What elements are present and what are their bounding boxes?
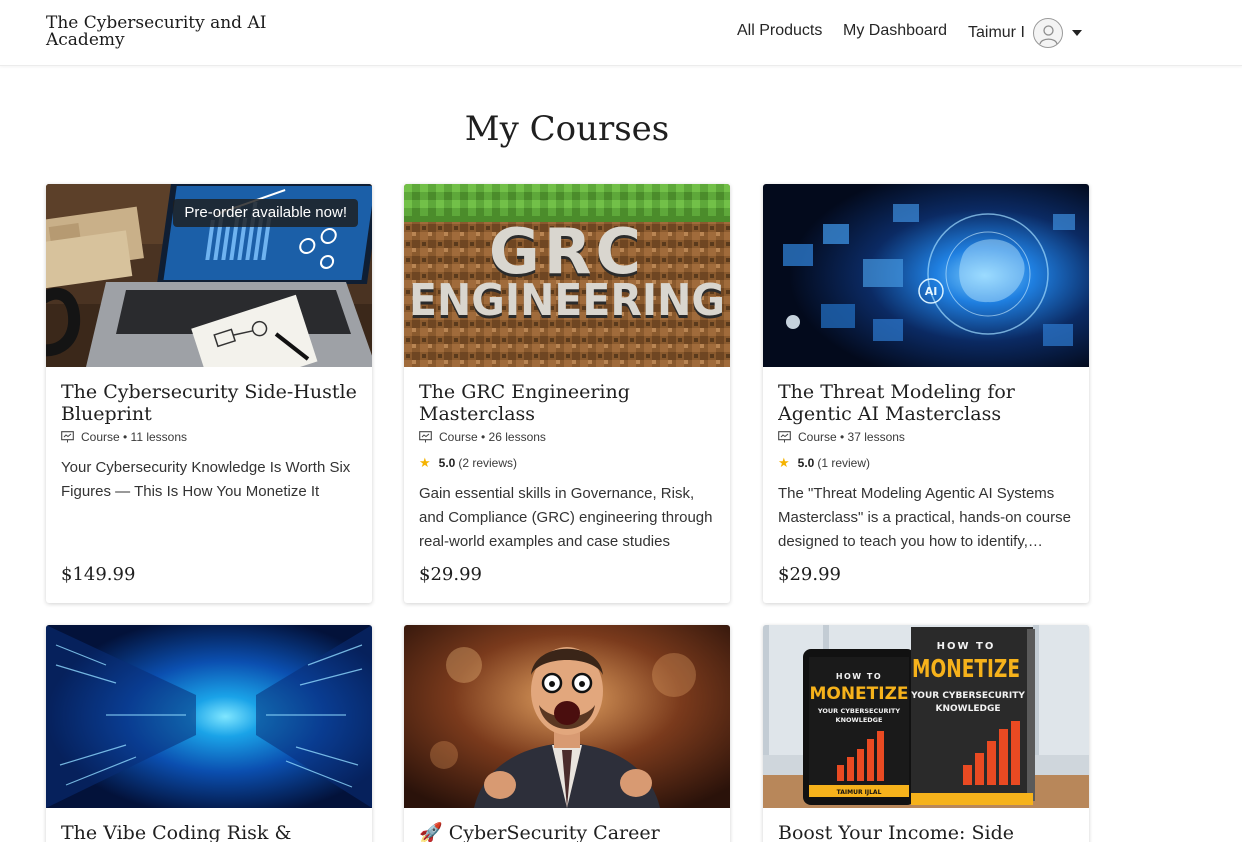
nav-my-dashboard-link[interactable]: My Dashboard xyxy=(843,20,947,44)
course-thumbnail-ai-brain-image: AI xyxy=(763,184,1089,367)
presentation-board-icon xyxy=(778,431,791,443)
star-icon: ★ xyxy=(778,455,790,470)
tablet-subtitle1: YOUR CYBERSECURITY xyxy=(817,707,900,715)
user-avatar-icon xyxy=(1032,18,1063,48)
course-card-vibe-coding-risk[interactable]: The Vibe Coding Risk & Security Mastercl… xyxy=(46,625,372,842)
course-price: $29.99 xyxy=(419,564,482,585)
course-card-grc-engineering[interactable]: GRC GRC ENGINEERING ENGINEERING The GRC … xyxy=(404,184,730,603)
course-title[interactable]: Boost Your Income: Side Hustles for Cybe… xyxy=(778,822,1074,842)
caret-down-icon xyxy=(1071,30,1082,36)
star-icon: ★ xyxy=(419,455,431,470)
course-title[interactable]: The Threat Modeling for Agentic AI Maste… xyxy=(778,381,1074,425)
course-thumbnail-excited-man-image xyxy=(404,625,730,808)
course-description: Your Cybersecurity Knowledge Is Worth Si… xyxy=(61,459,351,500)
course-meta-text: Course • 37 lessons xyxy=(798,430,905,444)
engineering-logo-text-face: ENGINEERING xyxy=(409,275,725,326)
course-rating: ★ 5.0 (2 reviews) xyxy=(419,455,715,471)
site-brand-link[interactable]: The Cybersecurity and AI Academy xyxy=(46,15,286,49)
user-menu[interactable]: Taimur I xyxy=(968,17,1082,49)
course-title[interactable]: The GRC Engineering Masterclass xyxy=(419,381,715,425)
course-card-body: The Vibe Coding Risk & Security Mastercl… xyxy=(46,808,372,842)
course-thumbnail-laptop-image: Pre-order available now! xyxy=(46,184,372,367)
course-card-body: The Cybersecurity Side-Hustle Blueprint … xyxy=(46,367,372,585)
book-subtitle1: YOUR CYBERSECURITY xyxy=(910,691,1025,701)
course-meta: Course • 37 lessons xyxy=(778,429,1074,445)
course-card-body: The GRC Engineering Masterclass Course •… xyxy=(404,367,730,585)
presentation-board-icon xyxy=(61,431,74,443)
course-card-body: 🚀 CyberSecurity Career Accelerator xyxy=(404,808,730,842)
course-title[interactable]: 🚀 CyberSecurity Career Accelerator xyxy=(419,822,715,842)
course-meta-text: Course • 26 lessons xyxy=(439,430,546,444)
tablet-how-to-text: HOW TO xyxy=(836,672,882,681)
course-meta: Course • 11 lessons xyxy=(61,429,357,445)
course-rating: ★ 5.0 (1 review) xyxy=(778,455,1074,471)
book-monetize-text: MONETIZE xyxy=(912,654,1020,683)
tablet-author-text: TAIMUR IJLAL xyxy=(837,789,882,796)
top-navigation-bar: The Cybersecurity and AI Academy All Pro… xyxy=(0,0,1242,66)
course-price: $149.99 xyxy=(61,564,136,585)
rating-reviews: (1 review) xyxy=(817,456,871,470)
book-how-to-text: HOW TO xyxy=(937,641,996,652)
tablet-subtitle2: KNOWLEDGE xyxy=(836,716,883,724)
rating-reviews: (2 reviews) xyxy=(458,456,518,470)
course-price: $29.99 xyxy=(778,564,841,585)
course-card-body: Boost Your Income: Side Hustles for Cybe… xyxy=(763,808,1089,842)
course-thumbnail-monetize-book-image: HOW TO MONETIZE YOUR CYBERSECURITY KNOWL… xyxy=(763,625,1089,808)
preorder-badge: Pre-order available now! xyxy=(173,199,358,227)
rating-score: 5.0 xyxy=(797,456,815,470)
course-title[interactable]: The Cybersecurity Side-Hustle Blueprint xyxy=(61,381,357,425)
course-card-side-hustle-blueprint[interactable]: Pre-order available now! The Cybersecuri… xyxy=(46,184,372,603)
course-description: The "Threat Modeling Agentic AI Systems … xyxy=(778,485,1071,550)
course-description: Gain essential skills in Governance, Ris… xyxy=(419,485,713,550)
rating-score: 5.0 xyxy=(438,456,456,470)
course-meta-text: Course • 11 lessons xyxy=(81,430,188,444)
tablet-monetize-text: MONETIZE xyxy=(809,684,908,704)
user-name: Taimur I xyxy=(968,24,1025,41)
course-meta: Course • 26 lessons xyxy=(419,429,715,445)
course-card-boost-your-income[interactable]: HOW TO MONETIZE YOUR CYBERSECURITY KNOWL… xyxy=(763,625,1089,842)
ai-chip-label: AI xyxy=(925,285,938,298)
page-title: My Courses xyxy=(464,109,670,149)
course-thumbnail-grc-engineering-image: GRC GRC ENGINEERING ENGINEERING xyxy=(404,184,730,367)
nav-all-products-link[interactable]: All Products xyxy=(737,20,822,44)
course-thumbnail-data-corridor-image xyxy=(46,625,372,808)
presentation-board-icon xyxy=(419,431,432,443)
course-card-body: The Threat Modeling for Agentic AI Maste… xyxy=(763,367,1089,585)
course-card-career-accelerator[interactable]: 🚀 CyberSecurity Career Accelerator xyxy=(404,625,730,842)
course-card-threat-modeling-agentic-ai[interactable]: AI The Threat Modeling for Agentic AI Ma… xyxy=(763,184,1089,603)
book-subtitle2: KNOWLEDGE xyxy=(936,704,1001,714)
course-title[interactable]: The Vibe Coding Risk & Security Mastercl… xyxy=(61,822,357,842)
